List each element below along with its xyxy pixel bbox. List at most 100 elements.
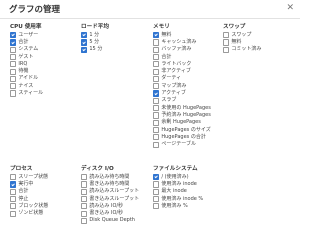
checkbox-item[interactable]: 使用済み % xyxy=(153,203,223,210)
checkbox-item[interactable]: バッファ済み xyxy=(153,46,219,53)
checkbox-item[interactable]: マップ済み xyxy=(153,83,219,90)
checkbox-item[interactable]: システム xyxy=(10,46,76,53)
checkbox-checked[interactable] xyxy=(81,32,88,39)
checkbox-item[interactable]: ゲスト xyxy=(10,53,76,61)
checkbox-item[interactable]: 待機 xyxy=(10,68,76,75)
checkbox-item[interactable]: 使用済み inode % xyxy=(153,195,223,203)
cpu-usage-group: CPU 使用率 ユーザー 合計 システム ゲスト IRQ 待機 アイドル ナイス スティール xyxy=(10,23,76,97)
checkbox-item[interactable]: 読み込み IO/秒 xyxy=(81,203,151,210)
checkbox-unchecked[interactable] xyxy=(81,174,88,181)
checkbox-unchecked[interactable] xyxy=(153,134,160,141)
checkbox-checked[interactable] xyxy=(153,174,160,181)
checkbox-unchecked[interactable] xyxy=(153,188,160,195)
checkbox-unchecked[interactable] xyxy=(10,61,17,68)
checkbox-item[interactable]: 使用済み inode xyxy=(153,181,223,188)
checkbox-item[interactable]: 書き込みスループット xyxy=(81,195,151,203)
checkbox-item[interactable]: ライトバック xyxy=(153,61,219,68)
checkbox-item[interactable]: 5 分 xyxy=(81,39,147,46)
checkbox-unchecked[interactable] xyxy=(81,195,88,203)
checkbox-item[interactable]: スワップ xyxy=(223,32,289,39)
checkbox-unchecked[interactable] xyxy=(81,217,88,225)
checkbox-unchecked[interactable] xyxy=(10,46,17,53)
checkbox-item[interactable]: / (使用済み) xyxy=(153,174,223,181)
checkbox-item[interactable]: 無料 xyxy=(153,32,219,39)
checkbox-unchecked[interactable] xyxy=(223,46,230,53)
checkbox-unchecked[interactable] xyxy=(10,68,17,75)
checkbox-item[interactable]: 無料 xyxy=(223,39,289,46)
checkbox-checked[interactable] xyxy=(153,32,160,39)
checkbox-unchecked[interactable] xyxy=(10,75,17,83)
checkbox-item[interactable]: 読み込み待ち時間 xyxy=(81,174,151,181)
checkbox-item[interactable]: スラブ xyxy=(153,97,219,104)
checkbox-item[interactable]: 余剰 HugePages xyxy=(153,119,219,126)
checkbox-item[interactable]: 書き込み IO/秒 xyxy=(81,210,151,217)
checkbox-item[interactable]: 最大 inode xyxy=(153,188,223,195)
checkbox-item[interactable]: 合計 xyxy=(10,39,76,46)
checkbox-checked[interactable] xyxy=(81,39,88,46)
checkbox-item[interactable]: スティール xyxy=(10,90,76,97)
checkbox-unchecked[interactable] xyxy=(153,195,160,203)
checkbox-checked[interactable] xyxy=(153,90,160,97)
checkbox-checked[interactable] xyxy=(10,39,17,46)
checkbox-unchecked[interactable] xyxy=(10,53,17,61)
checkbox-checked[interactable] xyxy=(10,32,17,39)
checkbox-unchecked[interactable] xyxy=(153,112,160,119)
checkbox-item[interactable]: 予約済み HugePages xyxy=(153,112,219,119)
checkbox-item[interactable]: 未使用の HugePages xyxy=(153,104,219,112)
checkbox-unchecked[interactable] xyxy=(223,39,230,46)
checkbox-item[interactable]: 合計 xyxy=(10,188,76,195)
checkbox-unchecked[interactable] xyxy=(153,39,160,46)
checkbox-unchecked[interactable] xyxy=(153,181,160,188)
close-icon[interactable]: ✕ xyxy=(286,3,294,13)
checkbox-unchecked[interactable] xyxy=(153,97,160,104)
checkbox-item[interactable]: 実行中 xyxy=(10,181,76,188)
checkbox-unchecked[interactable] xyxy=(153,83,160,90)
checkbox-item[interactable]: 1 分 xyxy=(81,32,147,39)
checkbox-item[interactable]: ゾンビ状態 xyxy=(10,210,76,217)
checkbox-unchecked[interactable] xyxy=(153,61,160,68)
checkbox-unchecked[interactable] xyxy=(153,46,160,53)
checkbox-unchecked[interactable] xyxy=(81,203,88,210)
checkbox-item[interactable]: キャッシュ済み xyxy=(153,39,219,46)
checkbox-unchecked[interactable] xyxy=(153,75,160,83)
checkbox-unchecked[interactable] xyxy=(10,203,17,210)
checkbox-unchecked[interactable] xyxy=(153,119,160,126)
checkbox-item[interactable]: HugePages の合計 xyxy=(153,134,219,141)
checkbox-item[interactable]: ダーティ xyxy=(153,75,219,83)
checkbox-item[interactable]: IRQ xyxy=(10,61,76,68)
checkbox-label: / (使用済み) xyxy=(161,173,189,180)
checkbox-unchecked[interactable] xyxy=(153,203,160,210)
checkbox-unchecked[interactable] xyxy=(10,210,17,217)
checkbox-item[interactable]: ユーザー xyxy=(10,32,76,39)
checkbox-item[interactable]: アイドル xyxy=(10,75,76,83)
checkbox-label: ダーティ xyxy=(161,75,182,82)
checkbox-item[interactable]: 読み込みスループット xyxy=(81,188,151,195)
checkbox-unchecked[interactable] xyxy=(153,141,160,148)
checkbox-item[interactable]: Disk Queue Depth xyxy=(81,217,151,225)
checkbox-item[interactable]: ブロック状態 xyxy=(10,203,76,210)
checkbox-unchecked[interactable] xyxy=(153,105,160,112)
checkbox-unchecked[interactable] xyxy=(10,174,17,181)
checkbox-unchecked[interactable] xyxy=(223,32,230,39)
checkbox-unchecked[interactable] xyxy=(81,210,88,217)
checkbox-unchecked[interactable] xyxy=(153,68,160,75)
checkbox-item[interactable]: コミット済み xyxy=(223,46,289,53)
checkbox-unchecked[interactable] xyxy=(81,181,88,188)
checkbox-item[interactable]: 書き込み待ち時間 xyxy=(81,181,151,188)
checkbox-item[interactable]: 15 分 xyxy=(81,46,147,53)
checkbox-item[interactable]: 停止 xyxy=(10,195,76,203)
checkbox-checked[interactable] xyxy=(81,46,88,53)
checkbox-unchecked[interactable] xyxy=(81,188,88,195)
checkbox-unchecked[interactable] xyxy=(153,126,160,134)
checkbox-unchecked[interactable] xyxy=(10,188,17,195)
checkbox-item[interactable]: HugePages のサイズ xyxy=(153,126,219,134)
checkbox-item[interactable]: ページテーブル xyxy=(153,141,219,148)
checkbox-unchecked[interactable] xyxy=(10,90,17,97)
checkbox-item[interactable]: 合計 xyxy=(153,53,219,61)
checkbox-unchecked[interactable] xyxy=(10,83,17,90)
checkbox-unchecked[interactable] xyxy=(153,53,160,61)
checkbox-item[interactable]: スリープ状態 xyxy=(10,174,76,181)
checkbox-item[interactable]: ナイス xyxy=(10,83,76,90)
checkbox-unchecked[interactable] xyxy=(10,195,17,203)
checkbox-checked[interactable] xyxy=(10,181,17,188)
